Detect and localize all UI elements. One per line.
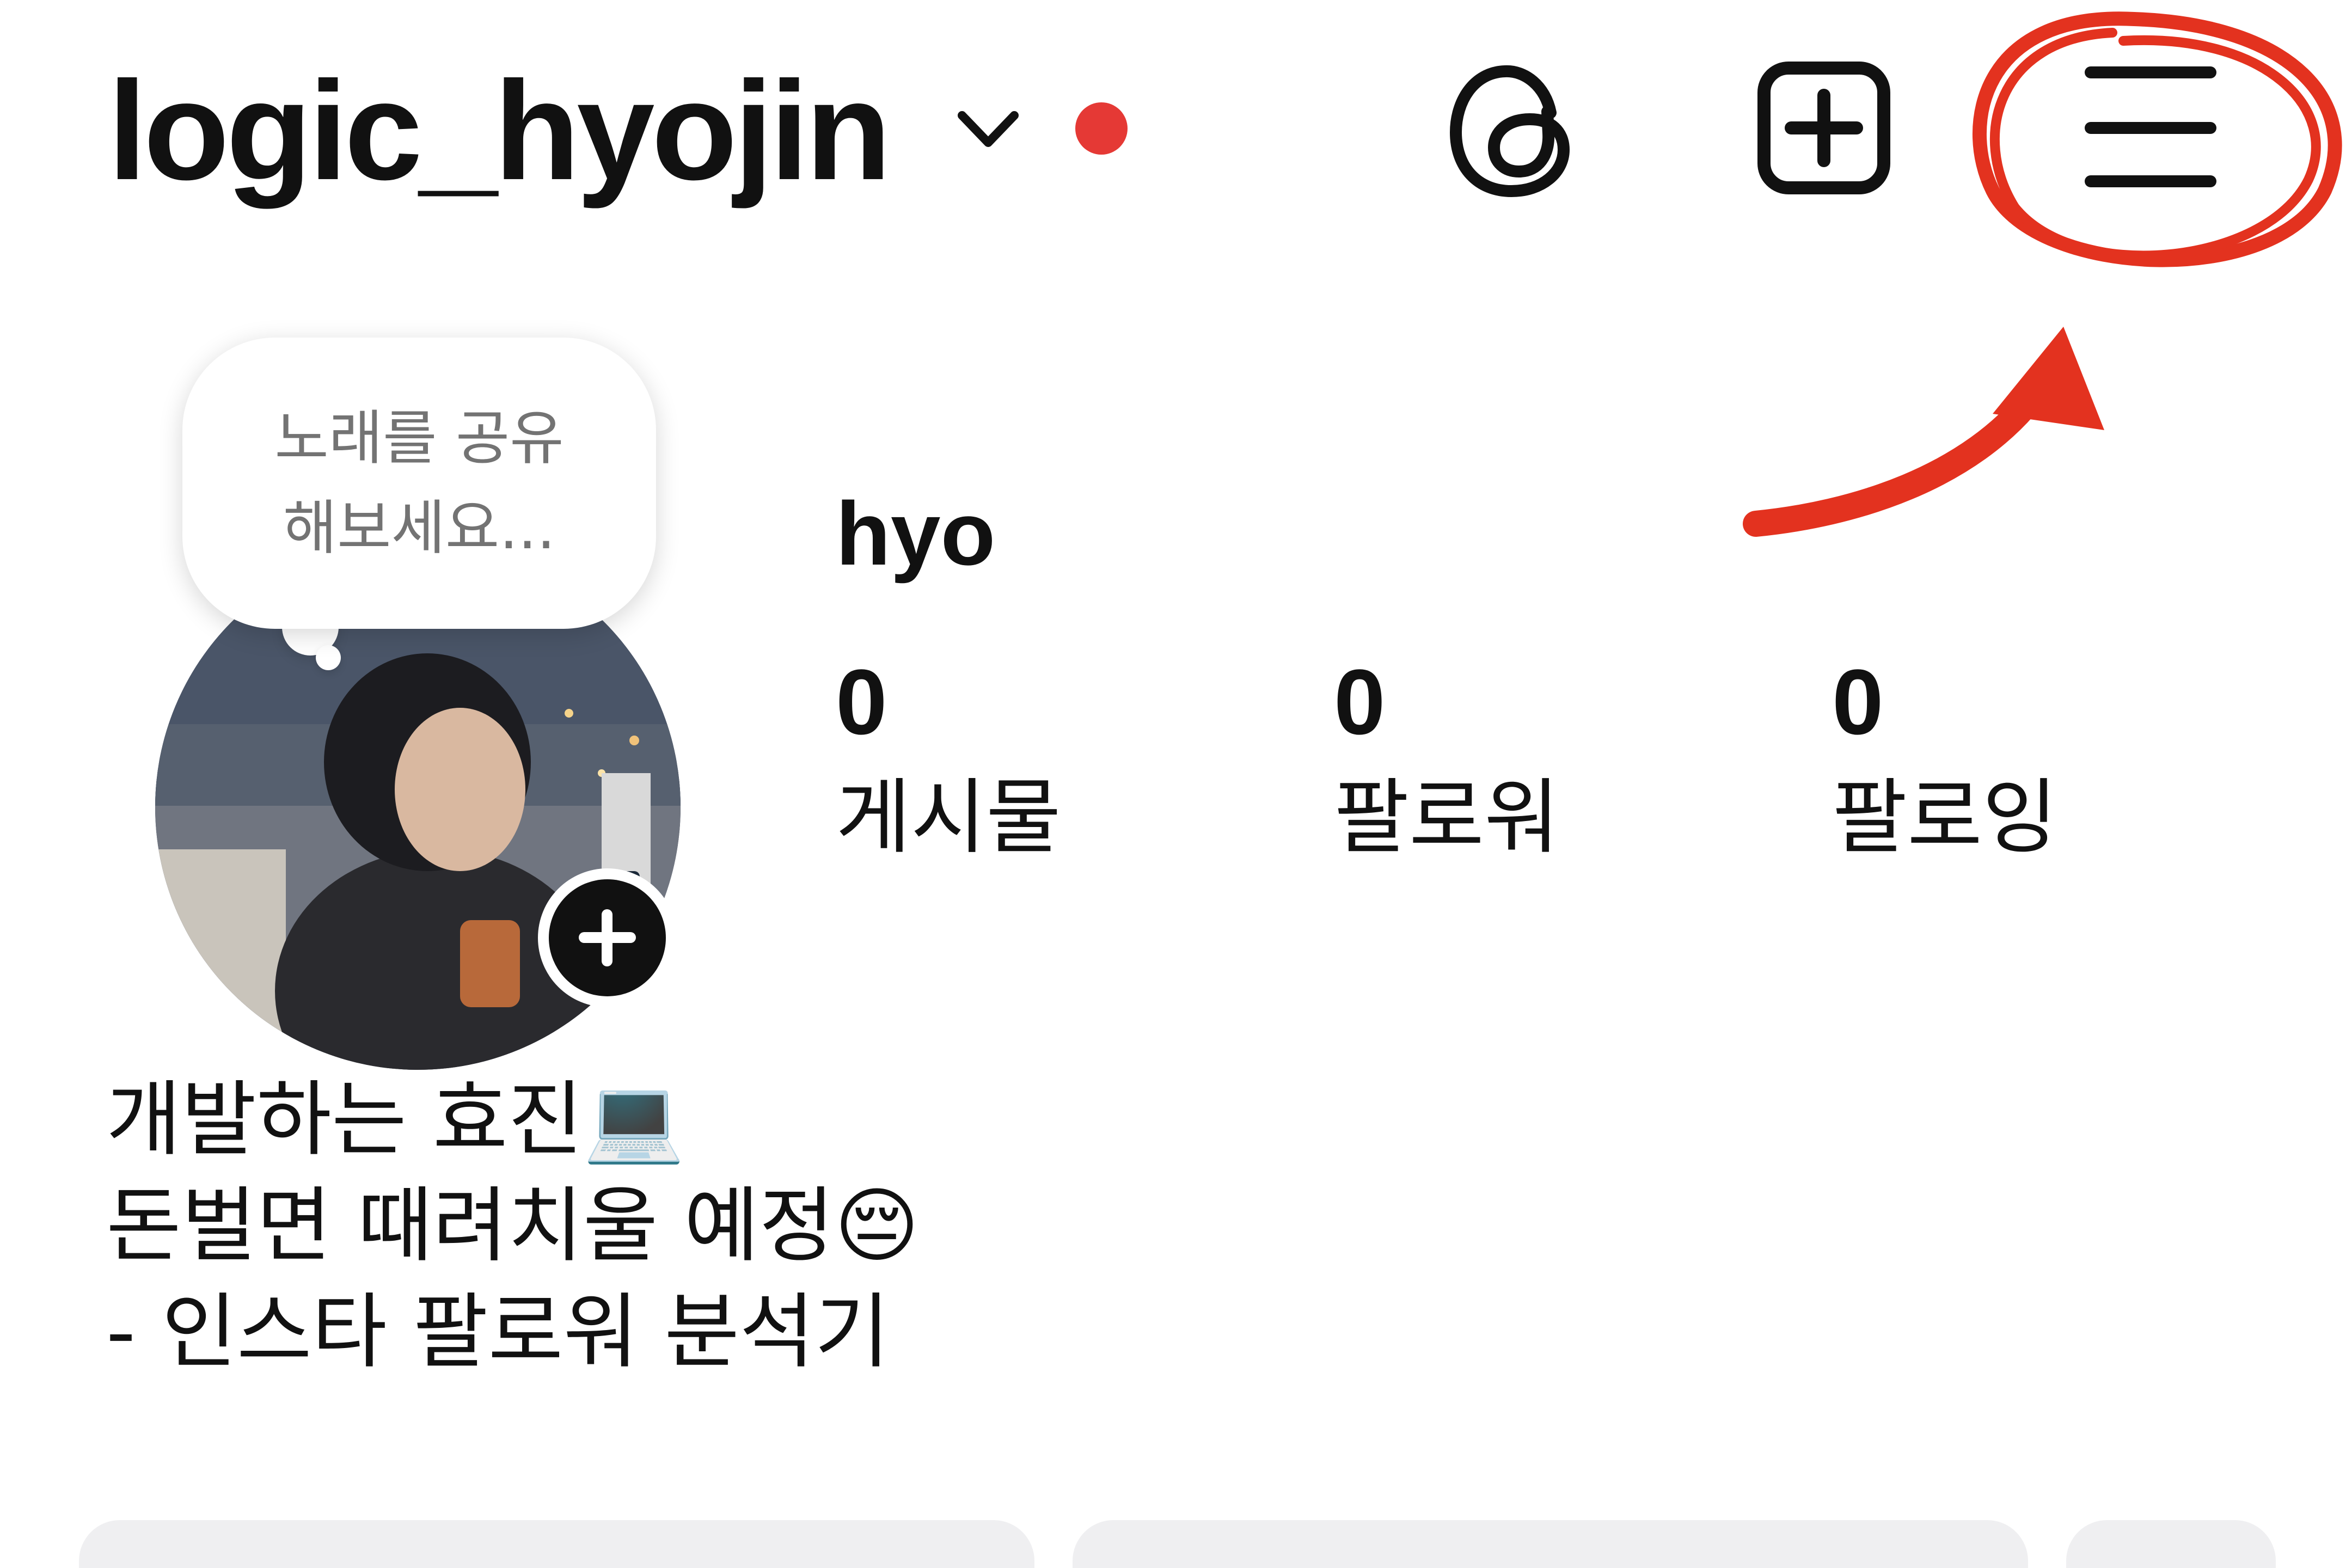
stat-following[interactable]: 0 팔로잉 [1832, 648, 2159, 867]
stat-followers[interactable]: 0 팔로워 [1334, 648, 1661, 867]
followers-label: 팔로워 [1334, 770, 1560, 865]
bio-line: - 인스타 팔로워 분석기 [106, 1285, 890, 1380]
note-bubble[interactable]: 노래를 공유 해보세요... [182, 338, 656, 629]
edit-profile-button[interactable] [79, 1520, 1034, 1568]
followers-count: 0 [1334, 651, 1386, 754]
chevron-down-icon[interactable] [950, 93, 1026, 169]
username[interactable]: logic_hyojin [108, 49, 891, 212]
create-button[interactable] [1742, 52, 1906, 215]
bio-line: 개발하는 효진💻 [106, 1073, 685, 1167]
note-bubble-tail-small [316, 645, 341, 670]
following-label: 팔로잉 [1832, 770, 2058, 865]
bio: 개발하는 효진💻 돈벌면 때려치울 예정😔 - 인스타 팔로워 분석기 [106, 1067, 1739, 1386]
discover-people-button[interactable] [2066, 1520, 2276, 1568]
note-text: 노래를 공유 해보세요... [274, 404, 564, 562]
following-count: 0 [1832, 651, 1884, 754]
posts-count: 0 [836, 651, 887, 754]
stat-posts[interactable]: 0 게시물 [836, 648, 1162, 867]
threads-icon[interactable] [1443, 52, 1584, 210]
add-story-button[interactable] [538, 868, 677, 1007]
posts-label: 게시물 [836, 770, 1062, 865]
plus-icon [549, 879, 666, 996]
share-profile-button[interactable] [1073, 1520, 2028, 1568]
notification-dot [1075, 102, 1128, 155]
bio-line: 돈벌면 때려치울 예정😔 [106, 1179, 920, 1273]
hamburger-menu-icon[interactable] [2058, 52, 2227, 220]
display-name: hyo [836, 483, 996, 584]
plus-square-icon [1757, 62, 1890, 194]
